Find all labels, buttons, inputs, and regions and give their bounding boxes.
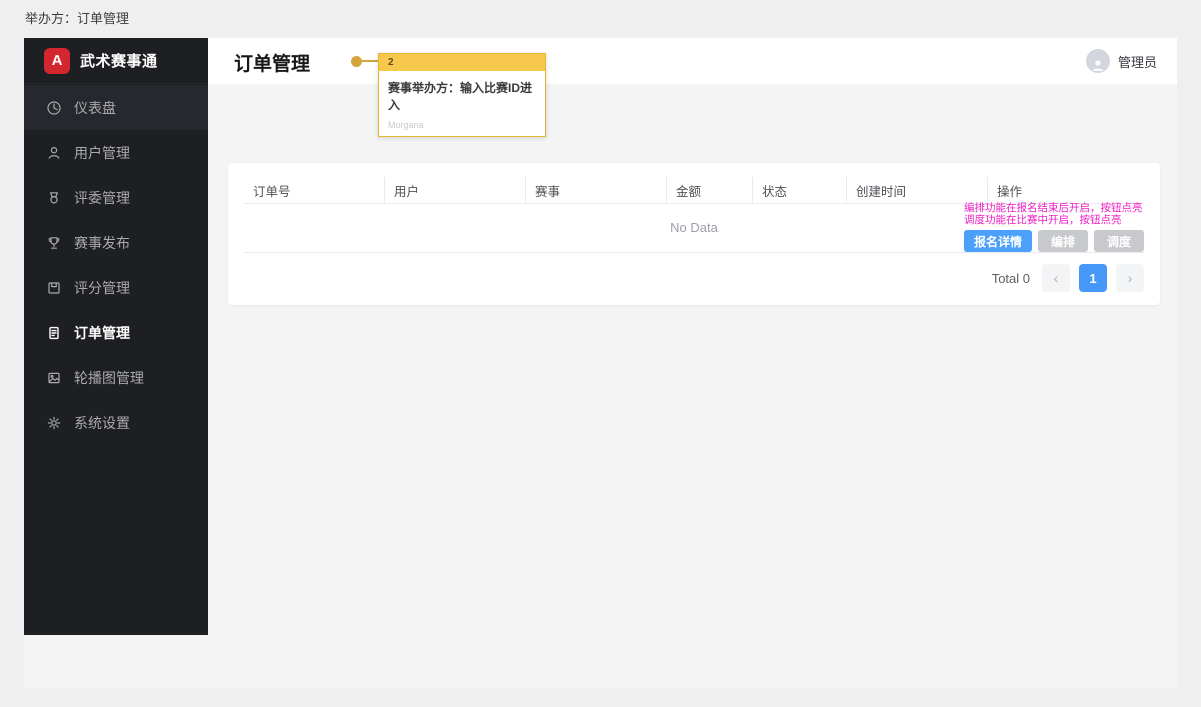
pagination-next-button[interactable]: › [1116,264,1144,292]
signup-detail-button[interactable]: 报名详情 [963,230,1032,252]
annotation-author: Morgana [388,120,424,130]
user-icon [46,145,62,161]
action-buttons: 报名详情 编排 调度 [963,230,1144,252]
person-icon [1092,60,1104,71]
arrange-button[interactable]: 编排 [1037,230,1088,252]
sidebar-item-label: 系统设置 [74,414,130,431]
sidebar-item-label: 赛事发布 [74,234,130,251]
pagination-total: Total 0 [991,270,1030,286]
pagination-page-1[interactable]: 1 [1079,264,1107,292]
orders-table: 订单号 用户 赛事 金额 状态 创建时间 操作 No Data 编排功能在报名结… [244,177,1144,253]
breadcrumb: 举办方：订单管理 [25,11,130,26]
column-header-event: 赛事 [526,177,667,203]
medal-icon [46,190,62,206]
column-header-status: 状态 [753,177,847,203]
column-header-created: 创建时间 [847,177,988,203]
sidebar-item-label: 评委管理 [74,189,130,206]
dashboard-icon [46,100,62,116]
app-frame: A 武术赛事通 仪表盘 用户管理 评委管理 赛事发布 评分管理 订单管理 轮播图… [24,38,1177,688]
user-menu[interactable]: 管理员 [1085,49,1157,73]
annotation-connector [361,60,379,62]
orders-table-card: 订单号 用户 赛事 金额 状态 创建时间 操作 No Data 编排功能在报名结… [228,163,1160,305]
sidebar-item-settings[interactable]: 系统设置 [24,400,208,445]
save-icon [46,280,62,296]
sidebar-item-scoring[interactable]: 评分管理 [24,265,208,310]
app-logo: A [44,47,70,74]
avatar [1085,49,1110,73]
sidebar-item-events[interactable]: 赛事发布 [24,220,208,265]
sidebar-menu: 仪表盘 用户管理 评委管理 赛事发布 评分管理 订单管理 轮播图管理 系统设置 [24,85,208,445]
table-empty-row: No Data 编排功能在报名结束后开启，按钮点亮 调度功能在比赛中开启，按钮点… [244,202,1144,253]
page-title: 订单管理 [234,54,311,75]
sidebar-item-dashboard[interactable]: 仪表盘 [24,85,208,130]
user-label: 管理员 [1117,54,1157,70]
pagination: Total 0 ‹ 1 › [992,264,1144,292]
annotation-card[interactable]: 2 赛事举办方：输入比赛ID进入 Morgana [378,53,546,137]
annotation-text: 赛事举办方：输入比赛ID进入 [388,81,533,112]
pagination-prev-button[interactable]: ‹ [1042,264,1070,292]
screenshot-canvas: 举办方：订单管理 A 武术赛事通 仪表盘 用户管理 评委管理 赛事发布 评分管理… [0,0,1201,707]
sidebar-item-orders[interactable]: 订单管理 [24,310,208,355]
action-note-line2: 调度功能在比赛中开启，按钮点亮 [963,214,1122,226]
app-title: 武术赛事通 [80,53,158,70]
sidebar-item-carousel[interactable]: 轮播图管理 [24,355,208,400]
trophy-icon [46,235,62,251]
sidebar-item-label: 用户管理 [74,144,130,161]
table-header-row: 订单号 用户 赛事 金额 状态 创建时间 操作 [244,177,1144,204]
logo-row: A 武术赛事通 [24,38,208,84]
dispatch-button[interactable]: 调度 [1093,230,1144,252]
column-header-user: 用户 [385,177,526,203]
sidebar-item-label: 评分管理 [74,279,130,296]
action-note-line1: 编排功能在报名结束后开启，按钮点亮 [963,202,1143,214]
sidebar: A 武术赛事通 仪表盘 用户管理 评委管理 赛事发布 评分管理 订单管理 轮播图… [24,38,208,635]
image-icon [46,370,62,386]
sidebar-item-users[interactable]: 用户管理 [24,130,208,175]
sidebar-item-label: 仪表盘 [74,99,116,116]
sidebar-item-judges[interactable]: 评委管理 [24,175,208,220]
column-header-actions: 操作 [997,184,1023,199]
sidebar-item-label: 订单管理 [74,324,130,341]
gear-icon [46,415,62,431]
actions-cell: 编排功能在报名结束后开启，按钮点亮 调度功能在比赛中开启，按钮点亮 报名详情 编… [963,202,1144,252]
sidebar-item-label: 轮播图管理 [74,369,144,386]
column-header-amount: 金额 [667,177,753,203]
document-icon [46,325,62,341]
column-header-order-no: 订单号 [244,177,385,203]
annotation-number: 2 [379,54,545,71]
